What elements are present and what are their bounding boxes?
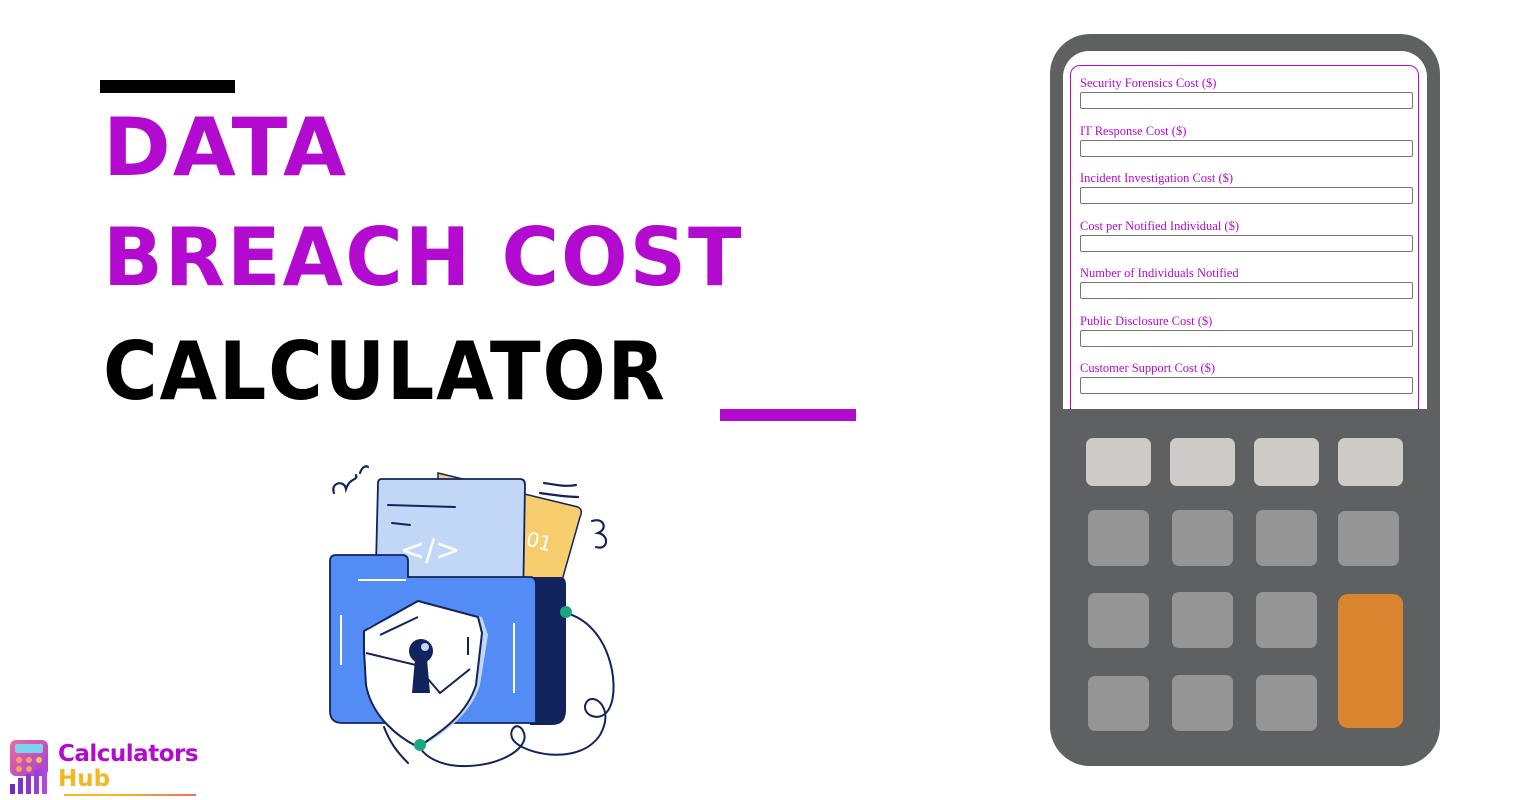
calculator-key [1256, 592, 1317, 648]
page-title-line-1: DATA [103, 101, 349, 194]
calculator-key [1088, 593, 1149, 648]
calculator-device: Security Forensics Cost ($) IT Response … [1050, 34, 1440, 766]
code-glyph: </> [400, 533, 460, 568]
calculator-chart-icon [10, 740, 48, 794]
cost-per-notified-individual-label: Cost per Notified Individual ($) [1080, 219, 1239, 233]
calculator-key [1088, 676, 1149, 731]
field-incident-investigation-cost: Incident Investigation Cost ($) [1080, 171, 1414, 204]
number-of-individuals-notified-input[interactable] [1080, 282, 1413, 299]
logo-name-line-1: Calculators [58, 741, 199, 767]
customer-support-cost-label: Customer Support Cost ($) [1080, 361, 1216, 375]
it-response-cost-label: IT Response Cost ($) [1080, 124, 1187, 138]
incident-investigation-cost-label: Incident Investigation Cost ($) [1080, 171, 1234, 185]
number-of-individuals-notified-label: Number of Individuals Notified [1080, 266, 1239, 280]
folder-shield-lock-illustration: 01 </> [320, 455, 630, 780]
title-accent-bar-top [100, 80, 235, 93]
cost-per-notified-individual-input[interactable] [1080, 235, 1413, 252]
calculator-key [1256, 675, 1317, 731]
field-security-forensics-cost: Security Forensics Cost ($) [1080, 76, 1414, 109]
public-disclosure-cost-label: Public Disclosure Cost ($) [1080, 314, 1213, 328]
folder-shield-lock-icon: 01 </> [329, 465, 615, 768]
calculator-key [1170, 438, 1235, 486]
calculator-screen: Security Forensics Cost ($) IT Response … [1063, 51, 1427, 409]
logo-underline [64, 794, 196, 796]
public-disclosure-cost-input[interactable] [1080, 330, 1413, 347]
calculator-key [1088, 510, 1149, 566]
calculator-key [1254, 438, 1319, 486]
field-public-disclosure-cost: Public Disclosure Cost ($) [1080, 314, 1414, 347]
calculator-key [1086, 438, 1151, 486]
calculator-key [1338, 511, 1399, 566]
it-response-cost-input[interactable] [1080, 140, 1413, 157]
calculator-key [1172, 675, 1233, 731]
title-accent-bar-bottom [720, 409, 856, 421]
incident-investigation-cost-input[interactable] [1080, 187, 1413, 204]
calculator-equals-key [1338, 594, 1403, 728]
calculators-hub-logo[interactable]: Calculators Hub [6, 738, 199, 798]
logo-name-line-2: Hub [58, 766, 111, 792]
calculator-key [1256, 510, 1317, 566]
calculator-key [1172, 592, 1233, 648]
breach-cost-form: Security Forensics Cost ($) IT Response … [1070, 65, 1419, 409]
customer-support-cost-input[interactable] [1080, 377, 1413, 394]
calculator-key [1338, 438, 1403, 486]
page-title-line-2: BREACH COST [103, 211, 744, 304]
field-it-response-cost: IT Response Cost ($) [1080, 124, 1414, 157]
field-cost-per-notified-individual: Cost per Notified Individual ($) [1080, 219, 1414, 252]
page-title-line-3: CALCULATOR [103, 325, 667, 418]
field-number-of-individuals-notified: Number of Individuals Notified [1080, 266, 1414, 299]
calculator-key [1172, 510, 1233, 566]
field-customer-support-cost: Customer Support Cost ($) [1080, 361, 1414, 394]
security-forensics-cost-label: Security Forensics Cost ($) [1080, 76, 1217, 90]
security-forensics-cost-input[interactable] [1080, 92, 1413, 109]
